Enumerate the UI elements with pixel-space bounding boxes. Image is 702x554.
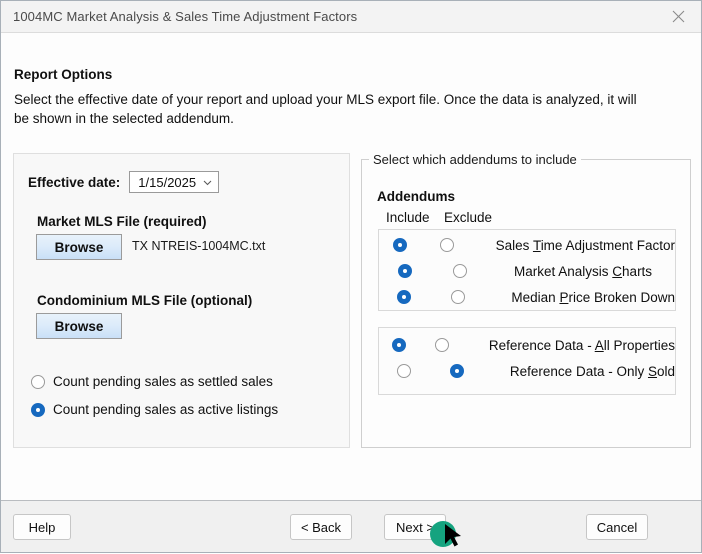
radio-icon xyxy=(391,338,406,352)
radio-icon xyxy=(439,238,454,252)
radio-median-price-exclude[interactable] xyxy=(429,290,488,304)
radio-ref-sold-exclude[interactable] xyxy=(428,364,486,378)
radio-ref-all-include[interactable] xyxy=(379,338,418,352)
dialog-footer: Help < Back Next > Cancel xyxy=(1,501,701,552)
reference-label-all-properties: Reference Data - All Properties xyxy=(488,337,675,353)
report-inputs-panel: Effective date: 1/15/2025 Market MLS Fil… xyxy=(13,153,350,448)
effective-date-row: Effective date: 1/15/2025 xyxy=(28,171,220,193)
radio-ref-all-exclude[interactable] xyxy=(418,338,464,352)
radio-pending-settled[interactable]: Count pending sales as settled sales xyxy=(31,374,273,389)
column-header-include: Include xyxy=(386,210,430,225)
radio-icon xyxy=(434,338,449,352)
radio-pending-active-label: Count pending sales as active listings xyxy=(53,402,279,417)
radio-icon xyxy=(453,264,467,278)
effective-date-select[interactable]: 1/15/2025 xyxy=(129,171,220,193)
radio-icon xyxy=(396,290,411,304)
effective-date-value: 1/15/2025 xyxy=(138,174,197,190)
addendum-label-market-charts: Market Analysis Charts xyxy=(514,263,653,279)
condo-browse-button[interactable]: Browse xyxy=(36,313,122,339)
reference-row: Reference Data - Only Sold xyxy=(379,358,675,384)
radio-icon xyxy=(393,238,408,252)
cancel-button[interactable]: Cancel xyxy=(586,514,648,540)
radio-icon xyxy=(397,264,412,278)
help-button[interactable]: Help xyxy=(13,514,71,540)
column-header-exclude: Exclude xyxy=(444,210,493,225)
radio-pending-active[interactable]: Count pending sales as active listings xyxy=(31,402,278,417)
radio-icon xyxy=(451,290,466,304)
radio-icon xyxy=(31,402,45,417)
radio-icon xyxy=(396,364,411,378)
radio-sales-time-include[interactable] xyxy=(379,238,422,252)
market-file-name: TX NTREIS-1004MC.txt xyxy=(132,239,266,253)
addendum-row: Sales Time Adjustment Factor xyxy=(379,232,675,258)
radio-sales-time-exclude[interactable] xyxy=(422,238,472,252)
reference-row: Reference Data - All Properties xyxy=(379,332,675,358)
addendums-list-box: Sales Time Adjustment Factor Market Anal… xyxy=(378,229,676,311)
addendum-row: Median Price Broken Down xyxy=(379,284,675,310)
close-glyph xyxy=(672,10,685,22)
dialog-window: 1004MC Market Analysis & Sales Time Adju… xyxy=(0,0,702,553)
radio-icon xyxy=(31,374,45,389)
title-bar: 1004MC Market Analysis & Sales Time Adju… xyxy=(1,1,701,33)
radio-market-charts-exclude[interactable] xyxy=(430,264,490,278)
addendum-label-sales-time: Sales Time Adjustment Factor xyxy=(495,237,675,253)
radio-icon xyxy=(450,364,465,378)
radio-ref-sold-include[interactable] xyxy=(379,364,428,378)
reference-label-only-sold: Reference Data - Only Sold xyxy=(509,363,675,379)
reference-data-box: Reference Data - All Properties Referenc… xyxy=(378,327,676,395)
market-browse-button[interactable]: Browse xyxy=(36,234,122,260)
radio-median-price-include[interactable] xyxy=(379,290,429,304)
close-icon[interactable] xyxy=(656,1,701,31)
page-title: Report Options xyxy=(14,67,113,82)
addendum-label-median-price: Median Price Broken Down xyxy=(511,289,675,305)
chevron-down-icon xyxy=(203,180,212,185)
condo-file-label: Condominium MLS File (optional) xyxy=(37,293,253,308)
dialog-content: Report Options Select the effective date… xyxy=(1,33,701,501)
back-button[interactable]: < Back xyxy=(290,514,352,540)
intro-text: Select the effective date of your report… xyxy=(14,92,637,126)
market-file-label: Market MLS File (required) xyxy=(37,214,207,229)
next-button[interactable]: Next > xyxy=(384,514,446,540)
radio-market-charts-include[interactable] xyxy=(379,264,430,278)
radio-pending-settled-label: Count pending sales as settled sales xyxy=(53,374,273,389)
addendum-row: Market Analysis Charts xyxy=(379,258,675,284)
effective-date-label: Effective date: xyxy=(28,174,121,190)
addendums-groupbox-label: Select which addendums to include xyxy=(369,152,581,167)
window-title: 1004MC Market Analysis & Sales Time Adju… xyxy=(13,9,358,24)
addendums-heading: Addendums xyxy=(377,189,456,204)
